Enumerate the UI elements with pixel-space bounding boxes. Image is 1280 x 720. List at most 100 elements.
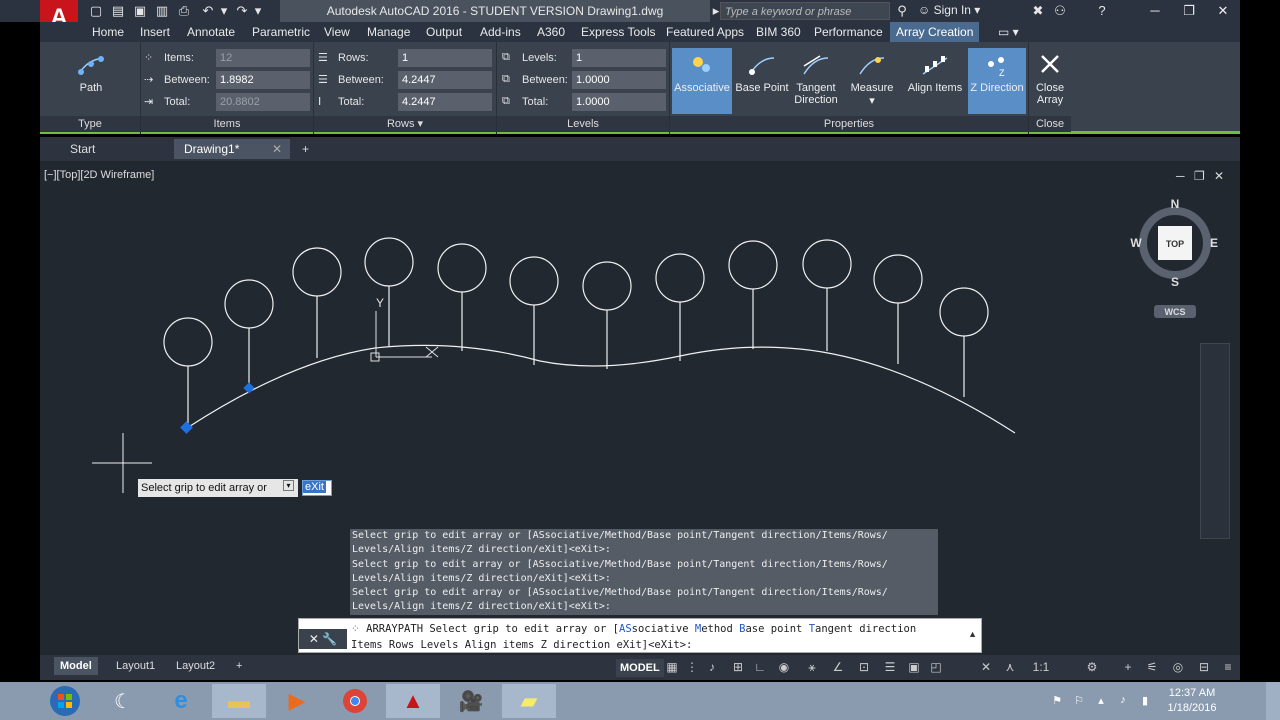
plus-icon[interactable]: + bbox=[1120, 659, 1136, 675]
items-total-field[interactable]: 20.8802 bbox=[216, 93, 310, 111]
exchange-icon[interactable]: ✖ bbox=[1030, 3, 1046, 19]
rows-between-field[interactable]: 4.2447 bbox=[398, 71, 492, 89]
tab-performance[interactable]: Performance bbox=[814, 22, 883, 42]
new-icon[interactable]: ▢ bbox=[88, 3, 104, 19]
object-snap-tracking-icon[interactable]: ∠ bbox=[830, 659, 846, 675]
levels-count-field[interactable]: 1 bbox=[572, 49, 666, 67]
undo-dropdown-icon[interactable]: ▾ bbox=[216, 3, 232, 19]
tab-annotate[interactable]: Annotate bbox=[187, 22, 235, 42]
show-desktop-button[interactable] bbox=[1266, 682, 1280, 720]
add-layout-button[interactable]: + bbox=[230, 657, 248, 675]
tab-start[interactable]: Start bbox=[60, 139, 170, 159]
print-icon[interactable]: ⎙ bbox=[176, 3, 192, 19]
open-icon[interactable]: ▤ bbox=[110, 3, 126, 19]
workspace-gear-icon[interactable]: ⚙ bbox=[1084, 659, 1100, 675]
tab-drawing1[interactable]: Drawing1* ✕ bbox=[174, 139, 290, 159]
infer-constraints-icon[interactable]: ♪ bbox=[704, 659, 720, 675]
option-method[interactable]: M bbox=[695, 623, 701, 635]
selection-cycling-icon[interactable]: ◰ bbox=[928, 659, 944, 675]
tray-expand-icon[interactable]: ▴ bbox=[1094, 694, 1108, 708]
model-space-button[interactable]: MODEL bbox=[616, 659, 664, 677]
a360-icon[interactable]: ⚇ bbox=[1052, 3, 1068, 19]
taskbar-ie-icon[interactable]: e bbox=[154, 684, 208, 718]
undo-icon[interactable]: ↶ bbox=[200, 3, 216, 19]
isolate-objects-icon[interactable]: ◎ bbox=[1170, 659, 1186, 675]
tab-layout1[interactable]: Layout1 bbox=[110, 657, 161, 675]
redo-dropdown-icon[interactable]: ▾ bbox=[250, 3, 266, 19]
command-history-arrow-icon[interactable]: ▲ bbox=[968, 629, 977, 639]
search-input[interactable]: Type a keyword or phrase bbox=[720, 2, 890, 20]
option-associative[interactable]: AS bbox=[619, 623, 632, 635]
option-base-point[interactable]: B bbox=[739, 623, 745, 635]
save-as-icon[interactable]: ▥ bbox=[154, 3, 170, 19]
customize-icon[interactable]: 🔧 bbox=[322, 632, 337, 646]
taskbar-autocad-icon[interactable]: ▲ bbox=[386, 684, 440, 718]
minimize-button[interactable]: ─ bbox=[1140, 0, 1170, 22]
tab-add-ins[interactable]: Add-ins bbox=[480, 22, 521, 42]
tab-model[interactable]: Model bbox=[54, 657, 98, 675]
command-input[interactable]: ⁘ ARRAYPATH Select grip to edit array or… bbox=[351, 621, 975, 653]
navigation-bar[interactable] bbox=[1200, 343, 1230, 539]
close-command-icon[interactable]: ✕ bbox=[309, 632, 319, 646]
help-icon[interactable]: ? bbox=[1094, 3, 1110, 19]
sign-in-link[interactable]: ☺ Sign In ▾ bbox=[918, 3, 980, 17]
items-count-field[interactable]: 12 bbox=[216, 49, 310, 67]
tab-array-creation[interactable]: Array Creation bbox=[890, 22, 980, 42]
snap-icon[interactable]: ⋮ bbox=[684, 659, 700, 675]
taskbar-app-icon[interactable]: ☾ bbox=[96, 684, 150, 718]
measure-button[interactable]: Measure ▾ bbox=[846, 48, 898, 114]
isodraft-icon[interactable]: ⚹ bbox=[804, 659, 820, 675]
associative-button[interactable]: Associative bbox=[672, 48, 732, 114]
network-icon[interactable]: ▮ bbox=[1138, 694, 1152, 708]
tab-output[interactable]: Output bbox=[426, 22, 462, 42]
lineweight-icon[interactable]: ☰ bbox=[882, 659, 898, 675]
flag-icon[interactable]: ⚑ bbox=[1050, 694, 1064, 708]
rows-panel-title[interactable]: Rows ▾ bbox=[314, 116, 496, 132]
command-line[interactable]: ✕ 🔧 ⁘ ARRAYPATH Select grip to edit arra… bbox=[298, 618, 982, 653]
clean-screen-icon[interactable]: ⊟ bbox=[1196, 659, 1212, 675]
levels-between-field[interactable]: 1.0000 bbox=[572, 71, 666, 89]
dynamic-input-icon[interactable]: ⊞ bbox=[730, 659, 746, 675]
tab-view[interactable]: View bbox=[324, 22, 350, 42]
ribbon-minimize-icon[interactable]: ▭ ▾ bbox=[998, 22, 1019, 42]
binoculars-icon[interactable]: ⚲ bbox=[894, 3, 910, 19]
customization-menu-icon[interactable]: ≡ bbox=[1220, 659, 1236, 675]
auto-scale-icon[interactable]: ⋏ bbox=[1002, 659, 1018, 675]
save-icon[interactable]: ▣ bbox=[132, 3, 148, 19]
items-between-field[interactable]: 1.8982 bbox=[216, 71, 310, 89]
close-tab-icon[interactable]: ✕ bbox=[272, 139, 282, 159]
z-direction-button[interactable]: Z Z Direction bbox=[968, 48, 1026, 114]
tab-featured-apps[interactable]: Featured Apps bbox=[666, 22, 744, 42]
levels-total-field[interactable]: 1.0000 bbox=[572, 93, 666, 111]
annotation-scale-value[interactable]: 1:1 bbox=[1026, 659, 1056, 675]
volume-icon[interactable]: ♪ bbox=[1116, 694, 1130, 708]
taskbar-chrome-icon[interactable] bbox=[328, 684, 382, 718]
new-tab-button[interactable]: + bbox=[296, 139, 320, 159]
taskbar-notes-icon[interactable]: ▰ bbox=[502, 684, 556, 718]
measure-dropdown-icon[interactable]: ▾ bbox=[869, 95, 875, 107]
option-tangent-direction[interactable]: T bbox=[809, 623, 815, 635]
rows-total-field[interactable]: 4.2447 bbox=[398, 93, 492, 111]
restore-button[interactable]: ❐ bbox=[1174, 0, 1204, 22]
base-point-button[interactable]: Base Point bbox=[734, 48, 790, 114]
close-window-button[interactable]: ✕ bbox=[1208, 0, 1238, 22]
redo-icon[interactable]: ↷ bbox=[234, 3, 250, 19]
system-clock[interactable]: 12:37 AM 1/18/2016 bbox=[1162, 686, 1222, 716]
tab-bim-360[interactable]: BIM 360 bbox=[756, 22, 801, 42]
tab-manage[interactable]: Manage bbox=[367, 22, 410, 42]
tab-home[interactable]: Home bbox=[92, 22, 124, 42]
object-snap-icon[interactable]: ⊡ bbox=[856, 659, 872, 675]
tab-express-tools[interactable]: Express Tools bbox=[581, 22, 655, 42]
options-dropdown-icon[interactable]: ▾ bbox=[283, 480, 294, 491]
units-icon[interactable]: ⚟ bbox=[1144, 659, 1160, 675]
transparency-icon[interactable]: ▣ bbox=[906, 659, 922, 675]
taskbar-explorer-icon[interactable]: ▬ bbox=[212, 684, 266, 718]
taskbar-recorder-icon[interactable]: 🎥 bbox=[444, 684, 498, 718]
tab-parametric[interactable]: Parametric bbox=[252, 22, 310, 42]
grid-icon[interactable]: ▦ bbox=[664, 659, 680, 675]
tray-icon[interactable]: ⚐ bbox=[1072, 694, 1086, 708]
dynamic-input-field[interactable]: eXit bbox=[302, 480, 332, 496]
path-type-button[interactable]: Path bbox=[60, 48, 122, 114]
tab-layout2[interactable]: Layout2 bbox=[170, 657, 221, 675]
taskbar-media-icon[interactable]: ▶ bbox=[270, 684, 324, 718]
